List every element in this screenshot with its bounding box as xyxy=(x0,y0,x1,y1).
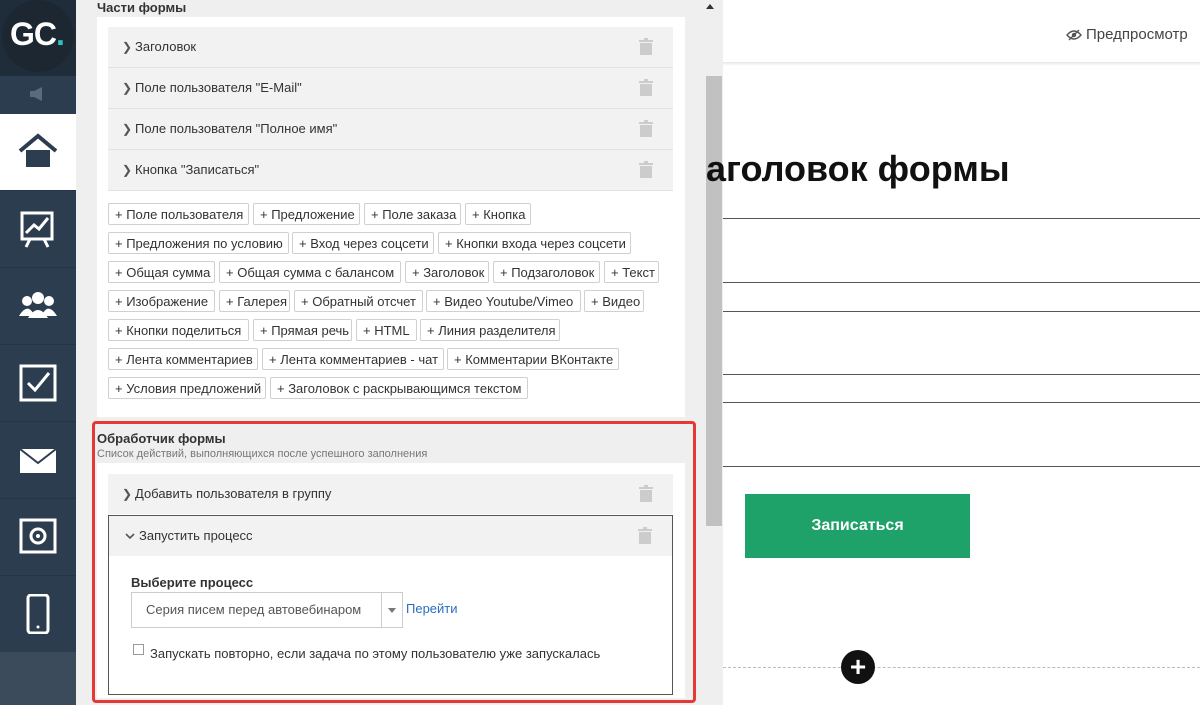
megaphone-icon xyxy=(30,87,42,101)
action-item[interactable]: ❯ Добавить пользователя в группу xyxy=(108,474,673,514)
chart-icon xyxy=(20,211,54,248)
field-line xyxy=(723,466,1200,467)
phone-icon xyxy=(26,594,50,634)
add-block-button[interactable]: + xyxy=(841,650,875,684)
checkbox-icon xyxy=(19,364,57,402)
chevron-right-icon: ❯ xyxy=(122,122,133,136)
add-part-button[interactable]: + Заголовок с раскрывающимся текстом xyxy=(270,377,528,399)
submit-button[interactable]: Записаться xyxy=(745,494,970,558)
part-label: Заголовок xyxy=(135,39,197,54)
add-part-button[interactable]: + HTML xyxy=(356,319,417,341)
add-part-button[interactable]: + Галерея xyxy=(219,290,290,312)
action-label: Запустить процесс xyxy=(139,528,253,543)
handler-title: Обработчик формы xyxy=(97,431,226,446)
nav-stats[interactable] xyxy=(0,191,76,268)
nav-safe[interactable] xyxy=(0,499,76,576)
trash-icon[interactable] xyxy=(639,485,653,502)
field-line xyxy=(723,374,1200,375)
panel-title: Части формы xyxy=(97,0,187,15)
chevron-right-icon: ❯ xyxy=(122,40,133,54)
process-select[interactable]: Серия писем перед автовебинаром xyxy=(131,592,403,628)
field-line xyxy=(723,402,1200,403)
repeat-checkbox[interactable] xyxy=(133,644,144,655)
add-part-button[interactable]: + Предложение xyxy=(253,203,360,225)
part-item[interactable]: ❯ Поле пользователя "Полное имя" xyxy=(108,109,673,150)
home-icon xyxy=(18,133,58,167)
add-part-button[interactable]: + Общая сумма xyxy=(108,261,215,283)
logo-dot: . xyxy=(56,16,65,52)
nav-users[interactable] xyxy=(0,268,76,345)
add-part-button[interactable]: + Текст xyxy=(604,261,659,283)
trash-icon[interactable] xyxy=(638,527,652,544)
caret-down-icon xyxy=(388,608,396,613)
add-part-button[interactable]: + Кнопки входа через соцсети xyxy=(438,232,631,254)
add-part-button[interactable]: + Кнопка xyxy=(465,203,531,225)
logo-text: GC xyxy=(10,16,57,52)
scrollbar[interactable] xyxy=(706,76,722,526)
nav-home[interactable] xyxy=(0,114,76,191)
add-part-button[interactable]: + Лента комментариев xyxy=(108,348,258,370)
trash-icon[interactable] xyxy=(639,161,653,178)
add-part-button[interactable]: + Предложения по условию xyxy=(108,232,289,254)
chevron-right-icon: ❯ xyxy=(122,163,133,177)
nav-mail[interactable] xyxy=(0,422,76,499)
nav-tasks[interactable] xyxy=(0,345,76,422)
eye-icon xyxy=(1066,29,1082,41)
add-part-button[interactable]: + Обратный отсчет xyxy=(294,290,423,312)
add-part-button[interactable]: + Вход через соцсети xyxy=(292,232,434,254)
add-part-button[interactable]: + Видео Youtube/Vimeo xyxy=(426,290,581,312)
add-part-button[interactable]: + Общая сумма с балансом xyxy=(219,261,401,283)
add-part-button[interactable]: + Условия предложений xyxy=(108,377,266,399)
process-select-value: Серия писем перед автовебинаром xyxy=(146,602,362,617)
add-part-button[interactable]: + Изображение xyxy=(108,290,215,312)
chevron-right-icon: ❯ xyxy=(122,487,133,501)
add-part-button[interactable]: + Подзаголовок xyxy=(493,261,600,283)
trash-icon[interactable] xyxy=(639,79,653,96)
preview-label: Предпросмотр xyxy=(1086,26,1188,43)
field-line xyxy=(723,311,1200,312)
add-part-button[interactable]: + Прямая речь xyxy=(253,319,352,341)
add-part-button[interactable]: + Поле пользователя xyxy=(108,203,249,225)
field-line xyxy=(723,218,1200,219)
part-item[interactable]: ❯ Кнопка "Записаться" xyxy=(108,150,673,191)
part-label: Поле пользователя "E-Mail" xyxy=(135,80,302,95)
announcements-button[interactable] xyxy=(0,76,76,112)
action-label: Добавить пользователя в группу xyxy=(135,486,332,501)
handler-subtitle: Список действий, выполняющихся после усп… xyxy=(97,448,428,460)
part-label: Кнопка "Записаться" xyxy=(135,162,260,177)
trash-icon[interactable] xyxy=(639,38,653,55)
part-item[interactable]: ❯ Заголовок xyxy=(108,27,673,68)
add-part-button[interactable]: + Видео xyxy=(584,290,644,312)
mail-icon xyxy=(19,448,57,473)
add-part-button[interactable]: + Комментарии ВКонтакте xyxy=(447,348,619,370)
repeat-checkbox-label: Запускать повторно, если задача по этому… xyxy=(150,646,601,661)
nav-mobile[interactable] xyxy=(0,576,76,653)
chevron-down-icon xyxy=(125,533,135,540)
part-item[interactable]: ❯ Поле пользователя "E-Mail" xyxy=(108,68,673,109)
logo[interactable]: GC. xyxy=(0,0,76,76)
left-nav: GC. xyxy=(0,0,76,705)
add-part-button[interactable]: + Линия разделителя xyxy=(420,319,560,341)
add-part-button[interactable]: + Кнопки поделиться xyxy=(108,319,249,341)
chevron-right-icon: ❯ xyxy=(122,81,133,95)
section-divider xyxy=(723,667,1200,668)
collapse-arrow-icon[interactable] xyxy=(706,4,714,9)
process-label: Выберите процесс xyxy=(131,575,254,590)
safe-icon xyxy=(19,518,57,554)
users-icon xyxy=(19,292,57,318)
process-go-link[interactable]: Перейти xyxy=(406,601,458,616)
add-part-button[interactable]: + Заголовок xyxy=(405,261,489,283)
preview-button[interactable]: Предпросмотр xyxy=(1066,26,1188,43)
action-header[interactable]: Запустить процесс xyxy=(109,516,672,556)
field-line xyxy=(723,282,1200,283)
form-heading[interactable]: аголовок формы xyxy=(706,148,1010,190)
part-label: Поле пользователя "Полное имя" xyxy=(135,121,338,136)
add-part-button[interactable]: + Лента комментариев - чат xyxy=(262,348,444,370)
add-part-button[interactable]: + Поле заказа xyxy=(364,203,461,225)
trash-icon[interactable] xyxy=(639,120,653,137)
